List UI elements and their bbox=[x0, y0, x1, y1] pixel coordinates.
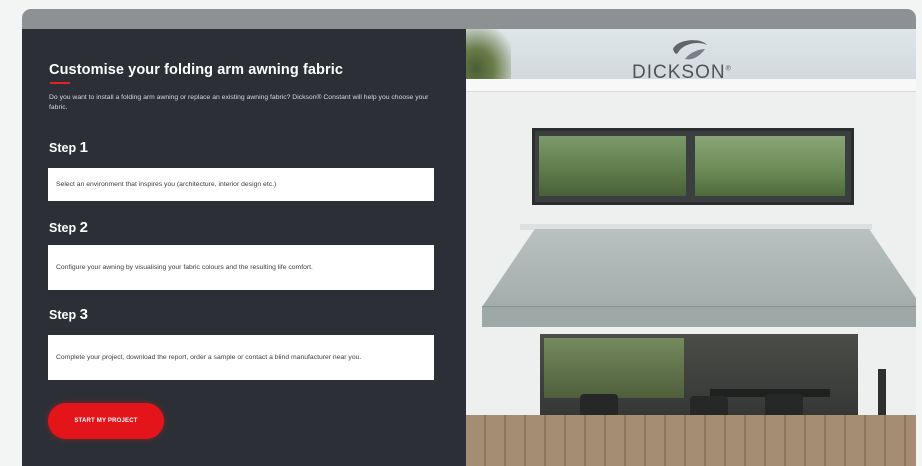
step-label: Step bbox=[49, 221, 77, 235]
step-number: 3 bbox=[79, 306, 88, 323]
step-3-text: Complete your project, download the repo… bbox=[56, 354, 362, 361]
hero-image: DICKSON® bbox=[466, 29, 916, 466]
step-2-text: Configure your awning by visualising you… bbox=[56, 264, 313, 271]
upper-window bbox=[532, 128, 854, 205]
hero-frame: Customise your folding arm awning fabric… bbox=[22, 9, 916, 466]
dickson-logo-icon bbox=[673, 40, 707, 60]
step-1-heading: Step 1 bbox=[49, 139, 88, 156]
step-2-heading: Step 2 bbox=[49, 219, 88, 236]
awning-front-bar bbox=[482, 306, 916, 327]
step-3-heading: Step 3 bbox=[49, 306, 88, 323]
intro-text: Do you want to install a folding arm awn… bbox=[49, 94, 429, 111]
step-label: Step bbox=[49, 308, 77, 322]
dickson-logo-text: DICKSON® bbox=[632, 62, 732, 83]
page-title: Customise your folding arm awning fabric bbox=[49, 62, 344, 78]
configurator-panel: Customise your folding arm awning fabric… bbox=[22, 29, 466, 466]
terrace-glass bbox=[544, 338, 684, 398]
start-my-project-button[interactable]: START MY PROJECT bbox=[48, 403, 164, 439]
step-number: 1 bbox=[79, 139, 88, 156]
step-label: Step bbox=[49, 141, 77, 155]
wooden-deck bbox=[466, 415, 916, 466]
window-pane bbox=[695, 136, 845, 196]
step-1-text: Select an environment that inspires you … bbox=[56, 181, 277, 188]
title-underline bbox=[50, 82, 70, 84]
step-2-box: Configure your awning by visualising you… bbox=[48, 245, 434, 290]
window-pane bbox=[539, 136, 686, 196]
step-3-box: Complete your project, download the repo… bbox=[48, 335, 434, 380]
step-number: 2 bbox=[79, 219, 88, 236]
step-1-box: Select an environment that inspires you … bbox=[48, 168, 434, 201]
